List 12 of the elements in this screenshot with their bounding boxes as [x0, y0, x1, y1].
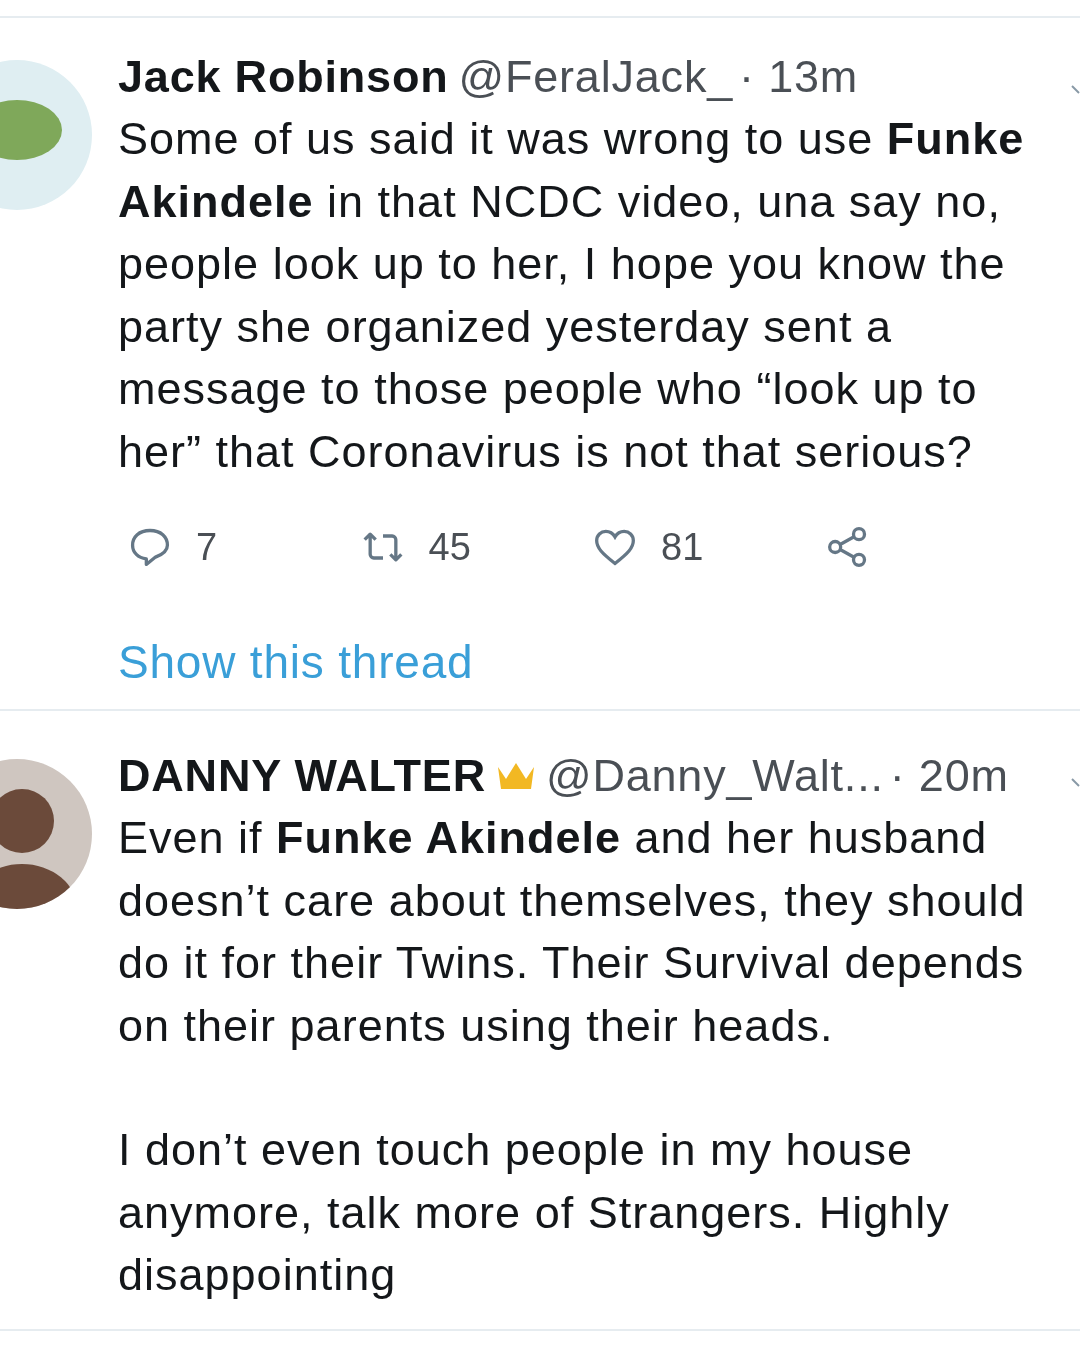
user-handle[interactable]: @FeralJack_: [458, 52, 734, 102]
action-count: 45: [428, 525, 471, 569]
user-name[interactable]: Jack Robinson: [118, 52, 449, 102]
tweet-text: Even if Funke Akindele and her husband doesn’t care about themselves, they should do it for their Twins. Their Survival depends on their parents using their heads.: [118, 811, 1027, 1053]
user-name[interactable]: DANNY WALTER: [118, 751, 486, 801]
tweet-text: I don’t even touch people in my house anymore, talk more of Strangers. Highly disappointing: [118, 1123, 951, 1302]
action-count: 81: [661, 525, 704, 569]
timestamp[interactable]: · 13m: [739, 52, 859, 102]
action-count: 7: [196, 525, 218, 569]
timestamp[interactable]: · 20m: [889, 751, 1009, 801]
tweet-text: Some of us said it was wrong to use Funke Akindele in that NCDC video, una say no, people look up to her, I hope you know the party she organized yesterday sent a message to those people who “look up to her” that Coronavirus is not that serious?: [118, 112, 1026, 479]
user-handle[interactable]: @Danny_Walt...: [545, 751, 884, 801]
